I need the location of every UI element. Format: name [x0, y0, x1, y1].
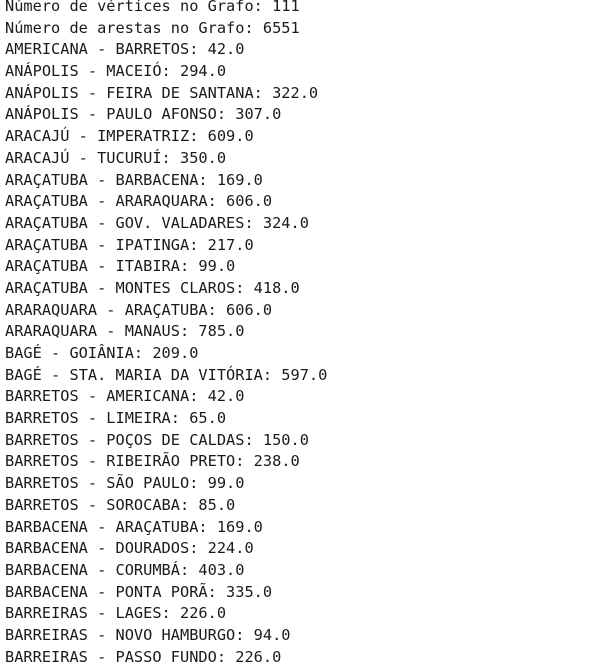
- edge-line: AMERICANA - BARRETOS: 42.0: [5, 40, 245, 59]
- edge-line: BARRETOS - SÃO PAULO: 99.0: [5, 474, 245, 493]
- console-output-panel: Número de vértices no Grafo: 111 Número …: [0, 0, 602, 666]
- edge-line: ARARAQUARA - MANAUS: 785.0: [5, 322, 245, 341]
- edge-line: ARACAJÚ - IMPERATRIZ: 609.0: [5, 127, 254, 146]
- edge-line: ANÁPOLIS - MACEIÓ: 294.0: [5, 62, 227, 81]
- edge-line: ARAÇATUBA - IPATINGA: 217.0: [5, 235, 254, 254]
- edge-line: BARBACENA - DOURADOS: 224.0: [5, 539, 254, 558]
- edge-line: BARREIRAS - NOVO HAMBURGO: 94.0: [5, 625, 291, 644]
- edge-count-line: Número de arestas no Grafo: 6551: [5, 18, 300, 37]
- edge-line: BARRETOS - RIBEIRÃO PRETO: 238.0: [5, 452, 300, 471]
- edge-line: BARRETOS - LIMEIRA: 65.0: [5, 409, 227, 428]
- edge-line: BARRETOS - SOROCABA: 85.0: [5, 495, 236, 514]
- edge-line: ARAÇATUBA - BARBACENA: 169.0: [5, 170, 263, 189]
- edge-line: BARBACENA - ARAÇATUBA: 169.0: [5, 517, 263, 536]
- edge-line: BARBACENA - PONTA PORÃ: 335.0: [5, 582, 273, 601]
- edge-line: ANÁPOLIS - PAULO AFONSO: 307.0: [5, 105, 282, 124]
- edge-line: BARRETOS - AMERICANA: 42.0: [5, 387, 245, 406]
- edge-line: ARAÇATUBA - ARARAQUARA: 606.0: [5, 192, 273, 211]
- edge-line: BARREIRAS - LAGES: 226.0: [5, 604, 227, 623]
- edge-line: ARAÇATUBA - GOV. VALADARES: 324.0: [5, 213, 309, 232]
- edge-line: BAGÉ - STA. MARIA DA VITÓRIA: 597.0: [5, 365, 328, 384]
- edge-line: BARBACENA - CORUMBÁ: 403.0: [5, 560, 245, 579]
- vertex-count-line: Número de vértices no Grafo: 111: [5, 0, 300, 15]
- edge-line: BARRETOS - POÇOS DE CALDAS: 150.0: [5, 430, 309, 449]
- edge-line: BARREIRAS - PASSO FUNDO: 226.0: [5, 647, 282, 666]
- edge-line: ARARAQUARA - ARAÇATUBA: 606.0: [5, 300, 273, 319]
- edge-line: ARACAJÚ - TUCURUÍ: 350.0: [5, 148, 227, 167]
- edge-line: BAGÉ - GOIÂNIA: 209.0: [5, 344, 199, 362]
- edge-line: ARAÇATUBA - ITABIRA: 99.0: [5, 257, 236, 276]
- console-text: Número de vértices no Grafo: 111 Número …: [5, 0, 327, 666]
- edge-line: ANÁPOLIS - FEIRA DE SANTANA: 322.0: [5, 83, 319, 102]
- edge-line: ARAÇATUBA - MONTES CLAROS: 418.0: [5, 278, 300, 297]
